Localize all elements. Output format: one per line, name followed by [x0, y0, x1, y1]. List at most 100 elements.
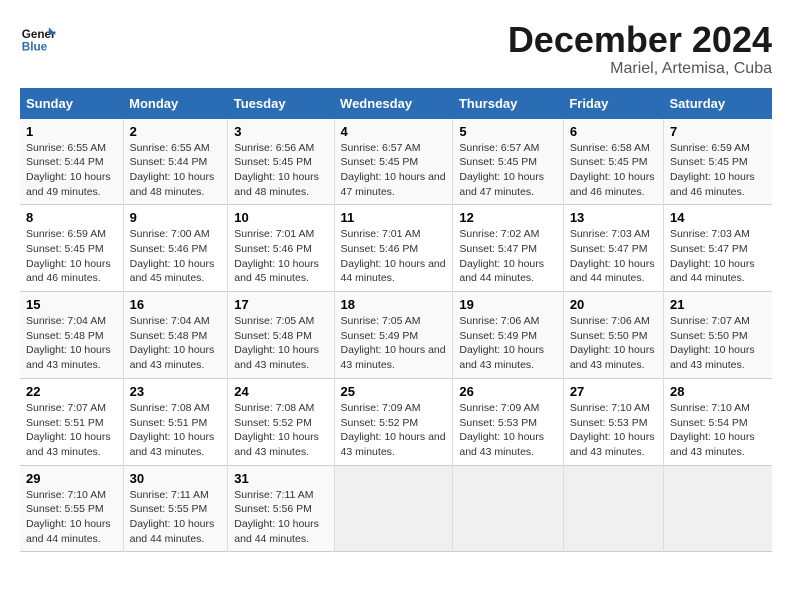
calendar-cell [663, 465, 772, 552]
col-sunday: Sunday [20, 88, 123, 119]
day-number: 4 [341, 124, 447, 139]
day-info: Sunrise: 6:55 AMSunset: 5:44 PMDaylight:… [130, 141, 222, 200]
day-number: 18 [341, 297, 447, 312]
calendar-cell: 23 Sunrise: 7:08 AMSunset: 5:51 PMDaylig… [123, 378, 228, 465]
calendar-cell: 5 Sunrise: 6:57 AMSunset: 5:45 PMDayligh… [453, 119, 563, 205]
day-info: Sunrise: 7:07 AMSunset: 5:50 PMDaylight:… [670, 314, 766, 373]
calendar-cell: 9 Sunrise: 7:00 AMSunset: 5:46 PMDayligh… [123, 205, 228, 292]
col-friday: Friday [563, 88, 663, 119]
day-number: 24 [234, 384, 327, 399]
day-info: Sunrise: 6:57 AMSunset: 5:45 PMDaylight:… [459, 141, 556, 200]
day-info: Sunrise: 7:05 AMSunset: 5:49 PMDaylight:… [341, 314, 447, 373]
calendar-cell: 15 Sunrise: 7:04 AMSunset: 5:48 PMDaylig… [20, 292, 123, 379]
day-info: Sunrise: 7:10 AMSunset: 5:53 PMDaylight:… [570, 401, 657, 460]
col-monday: Monday [123, 88, 228, 119]
calendar-cell: 2 Sunrise: 6:55 AMSunset: 5:44 PMDayligh… [123, 119, 228, 205]
day-number: 30 [130, 471, 222, 486]
day-number: 23 [130, 384, 222, 399]
day-info: Sunrise: 7:02 AMSunset: 5:47 PMDaylight:… [459, 227, 556, 286]
calendar-cell: 12 Sunrise: 7:02 AMSunset: 5:47 PMDaylig… [453, 205, 563, 292]
day-info: Sunrise: 7:08 AMSunset: 5:51 PMDaylight:… [130, 401, 222, 460]
day-number: 3 [234, 124, 327, 139]
day-info: Sunrise: 7:09 AMSunset: 5:53 PMDaylight:… [459, 401, 556, 460]
col-tuesday: Tuesday [228, 88, 334, 119]
day-number: 8 [26, 210, 117, 225]
calendar-cell: 30 Sunrise: 7:11 AMSunset: 5:55 PMDaylig… [123, 465, 228, 552]
calendar-cell: 16 Sunrise: 7:04 AMSunset: 5:48 PMDaylig… [123, 292, 228, 379]
calendar-cell: 14 Sunrise: 7:03 AMSunset: 5:47 PMDaylig… [663, 205, 772, 292]
day-number: 16 [130, 297, 222, 312]
day-info: Sunrise: 7:07 AMSunset: 5:51 PMDaylight:… [26, 401, 117, 460]
calendar-cell: 1 Sunrise: 6:55 AMSunset: 5:44 PMDayligh… [20, 119, 123, 205]
calendar-cell: 18 Sunrise: 7:05 AMSunset: 5:49 PMDaylig… [334, 292, 453, 379]
day-info: Sunrise: 6:55 AMSunset: 5:44 PMDaylight:… [26, 141, 117, 200]
day-info: Sunrise: 6:56 AMSunset: 5:45 PMDaylight:… [234, 141, 327, 200]
calendar-cell [563, 465, 663, 552]
calendar-cell: 13 Sunrise: 7:03 AMSunset: 5:47 PMDaylig… [563, 205, 663, 292]
day-number: 7 [670, 124, 766, 139]
calendar-cell [453, 465, 563, 552]
day-number: 26 [459, 384, 556, 399]
day-info: Sunrise: 7:06 AMSunset: 5:49 PMDaylight:… [459, 314, 556, 373]
day-number: 19 [459, 297, 556, 312]
day-number: 10 [234, 210, 327, 225]
month-title: December 2024 [508, 20, 772, 60]
day-info: Sunrise: 7:05 AMSunset: 5:48 PMDaylight:… [234, 314, 327, 373]
day-info: Sunrise: 7:06 AMSunset: 5:50 PMDaylight:… [570, 314, 657, 373]
col-thursday: Thursday [453, 88, 563, 119]
day-number: 31 [234, 471, 327, 486]
title-block: December 2024 Mariel, Artemisa, Cuba [508, 20, 772, 78]
calendar-cell: 26 Sunrise: 7:09 AMSunset: 5:53 PMDaylig… [453, 378, 563, 465]
day-info: Sunrise: 6:58 AMSunset: 5:45 PMDaylight:… [570, 141, 657, 200]
logo-icon: General Blue [20, 20, 56, 56]
calendar-cell: 17 Sunrise: 7:05 AMSunset: 5:48 PMDaylig… [228, 292, 334, 379]
calendar-cell: 6 Sunrise: 6:58 AMSunset: 5:45 PMDayligh… [563, 119, 663, 205]
day-number: 1 [26, 124, 117, 139]
calendar-cell: 11 Sunrise: 7:01 AMSunset: 5:46 PMDaylig… [334, 205, 453, 292]
calendar-cell: 10 Sunrise: 7:01 AMSunset: 5:46 PMDaylig… [228, 205, 334, 292]
day-number: 20 [570, 297, 657, 312]
day-number: 6 [570, 124, 657, 139]
calendar-cell: 22 Sunrise: 7:07 AMSunset: 5:51 PMDaylig… [20, 378, 123, 465]
calendar-cell: 8 Sunrise: 6:59 AMSunset: 5:45 PMDayligh… [20, 205, 123, 292]
day-info: Sunrise: 7:09 AMSunset: 5:52 PMDaylight:… [341, 401, 447, 460]
day-number: 2 [130, 124, 222, 139]
day-info: Sunrise: 7:10 AMSunset: 5:54 PMDaylight:… [670, 401, 766, 460]
calendar-cell: 3 Sunrise: 6:56 AMSunset: 5:45 PMDayligh… [228, 119, 334, 205]
table-row: 1 Sunrise: 6:55 AMSunset: 5:44 PMDayligh… [20, 119, 772, 205]
day-number: 5 [459, 124, 556, 139]
day-number: 15 [26, 297, 117, 312]
day-info: Sunrise: 7:11 AMSunset: 5:56 PMDaylight:… [234, 488, 327, 547]
calendar-table: Sunday Monday Tuesday Wednesday Thursday… [20, 88, 772, 553]
calendar-cell [334, 465, 453, 552]
calendar-cell: 20 Sunrise: 7:06 AMSunset: 5:50 PMDaylig… [563, 292, 663, 379]
calendar-cell: 4 Sunrise: 6:57 AMSunset: 5:45 PMDayligh… [334, 119, 453, 205]
day-info: Sunrise: 7:04 AMSunset: 5:48 PMDaylight:… [130, 314, 222, 373]
calendar-cell: 28 Sunrise: 7:10 AMSunset: 5:54 PMDaylig… [663, 378, 772, 465]
calendar-cell: 19 Sunrise: 7:06 AMSunset: 5:49 PMDaylig… [453, 292, 563, 379]
day-number: 14 [670, 210, 766, 225]
day-number: 25 [341, 384, 447, 399]
svg-text:Blue: Blue [22, 41, 48, 54]
day-info: Sunrise: 7:04 AMSunset: 5:48 PMDaylight:… [26, 314, 117, 373]
calendar-cell: 31 Sunrise: 7:11 AMSunset: 5:56 PMDaylig… [228, 465, 334, 552]
logo: General Blue [20, 20, 56, 56]
calendar-cell: 25 Sunrise: 7:09 AMSunset: 5:52 PMDaylig… [334, 378, 453, 465]
day-number: 22 [26, 384, 117, 399]
day-info: Sunrise: 6:59 AMSunset: 5:45 PMDaylight:… [26, 227, 117, 286]
calendar-cell: 29 Sunrise: 7:10 AMSunset: 5:55 PMDaylig… [20, 465, 123, 552]
day-number: 11 [341, 210, 447, 225]
day-number: 28 [670, 384, 766, 399]
day-number: 12 [459, 210, 556, 225]
day-number: 13 [570, 210, 657, 225]
day-info: Sunrise: 7:01 AMSunset: 5:46 PMDaylight:… [234, 227, 327, 286]
day-number: 29 [26, 471, 117, 486]
table-row: 8 Sunrise: 6:59 AMSunset: 5:45 PMDayligh… [20, 205, 772, 292]
table-row: 22 Sunrise: 7:07 AMSunset: 5:51 PMDaylig… [20, 378, 772, 465]
day-info: Sunrise: 7:10 AMSunset: 5:55 PMDaylight:… [26, 488, 117, 547]
page-header: General Blue December 2024 Mariel, Artem… [20, 20, 772, 78]
day-info: Sunrise: 7:03 AMSunset: 5:47 PMDaylight:… [670, 227, 766, 286]
day-number: 9 [130, 210, 222, 225]
header-row: Sunday Monday Tuesday Wednesday Thursday… [20, 88, 772, 119]
col-wednesday: Wednesday [334, 88, 453, 119]
